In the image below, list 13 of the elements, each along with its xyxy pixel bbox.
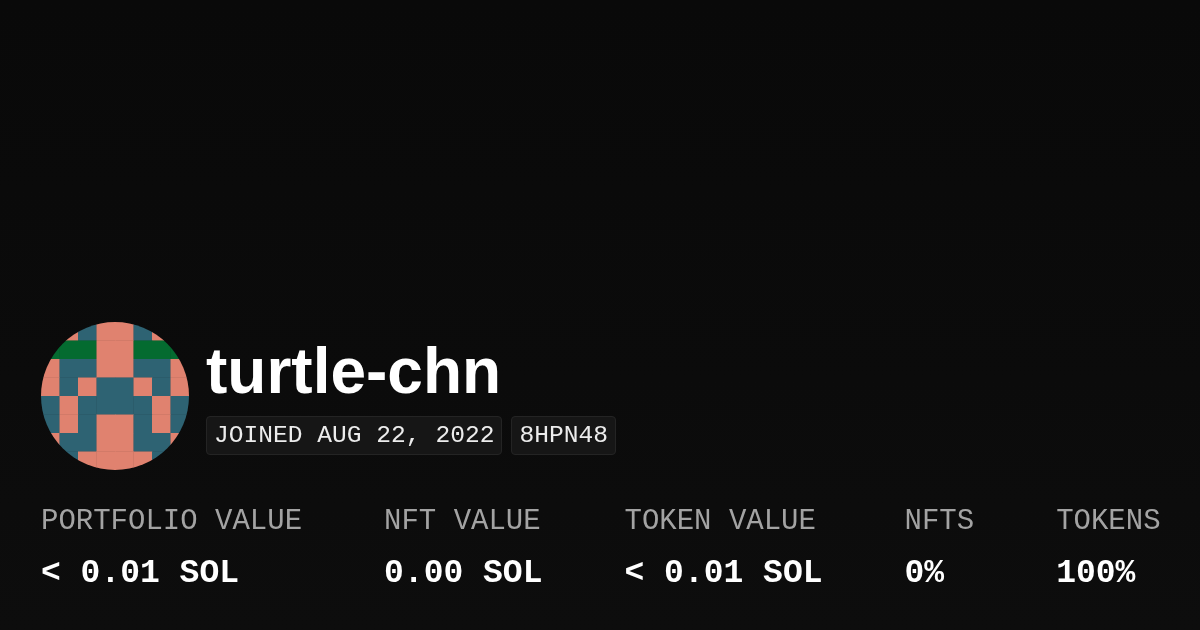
info-tag: JOINED AUG 22, 2022: [206, 416, 503, 455]
info-tag: 8HPN48: [511, 416, 616, 455]
stat-label: TOKEN VALUE: [624, 507, 817, 536]
stat-value: 0.00 SOL: [384, 557, 543, 590]
username: turtle-chn: [206, 339, 502, 403]
stat-label: TOKENS: [1056, 507, 1161, 536]
stat-label: PORTFOLIO VALUE: [41, 507, 303, 536]
stat-value: < 0.01 SOL: [624, 557, 823, 590]
stat-label: NFTS: [904, 507, 975, 536]
stat-value: 100%: [1056, 557, 1137, 590]
stat-value: < 0.01 SOL: [41, 557, 241, 590]
stat-label: NFT VALUE: [384, 507, 542, 536]
stat-value: 0%: [904, 557, 946, 590]
